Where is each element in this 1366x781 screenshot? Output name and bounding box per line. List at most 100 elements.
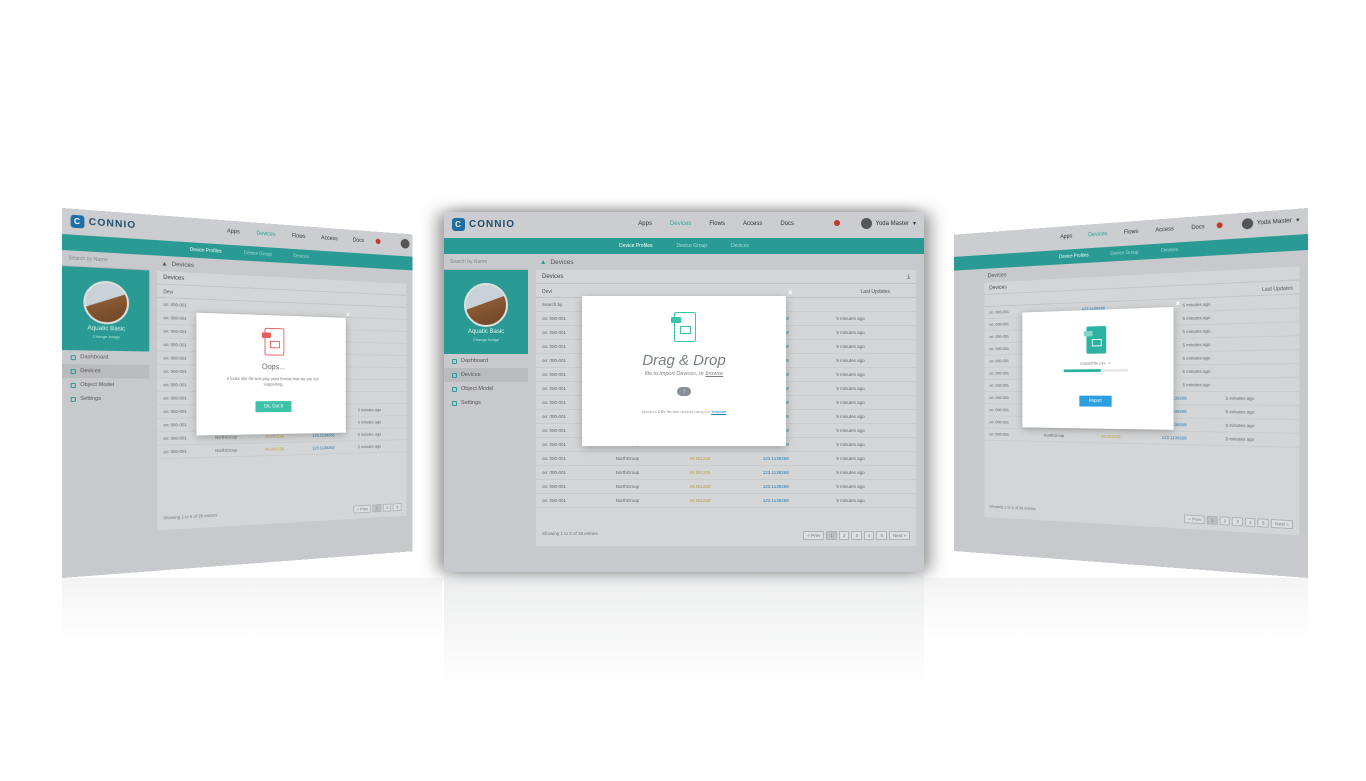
next-page-button[interactable]: Next » xyxy=(1270,519,1293,530)
subnav-device-profiles[interactable]: Device Profiles xyxy=(190,247,222,255)
user-menu[interactable]: Yoda Master ▾ xyxy=(1241,215,1299,230)
showcase-stage: C CONNIO Apps Devices Flows Access Docs D… xyxy=(0,0,1366,781)
avatar xyxy=(860,218,872,229)
sidebar-item-object-model[interactable]: Object Model xyxy=(62,378,149,392)
subnav-device-group[interactable]: Device Group xyxy=(1110,250,1138,257)
subnav-device-group[interactable]: Device Group xyxy=(244,250,272,257)
user-menu[interactable]: Yoda Master ▾ xyxy=(860,218,916,229)
page-3-button[interactable]: 3 xyxy=(1232,516,1243,527)
sidebar-item-object-model[interactable]: Object Model xyxy=(444,382,528,396)
nav-apps[interactable]: Apps xyxy=(1060,234,1072,240)
nav-flows[interactable]: Flows xyxy=(292,233,306,239)
nav-docs[interactable]: Docs xyxy=(780,221,794,227)
drag-drop-modal[interactable]: Drag & Drop file to import Devices, or b… xyxy=(582,296,786,446)
page-1-button[interactable]: 1 xyxy=(1207,515,1218,525)
devices-icon xyxy=(452,372,457,378)
user-menu[interactable] xyxy=(400,238,410,249)
prev-page-button[interactable]: « Prev xyxy=(1184,514,1206,525)
nav-access[interactable]: Access xyxy=(321,236,338,243)
close-icon[interactable]: × xyxy=(346,311,350,319)
close-icon[interactable]: × xyxy=(1175,299,1180,308)
subnav-devices[interactable]: Devices xyxy=(1161,247,1178,254)
sub-nav: Device Profiles Device Group Devices xyxy=(444,238,924,254)
connio-logo[interactable]: C CONNIO xyxy=(70,214,136,232)
notification-icon[interactable] xyxy=(1216,222,1223,229)
import-progress-fill xyxy=(1063,369,1101,373)
profile-name: Aquatic Basic xyxy=(87,325,126,333)
prev-page-button[interactable]: « Prev xyxy=(353,504,372,514)
sidebar-item-settings[interactable]: Settings xyxy=(62,392,149,406)
subnav-device-profiles[interactable]: Device Profiles xyxy=(619,243,652,249)
page-5-button[interactable]: 5 xyxy=(1257,518,1269,528)
csv-file-icon xyxy=(1083,325,1107,356)
sidebar-item-dashboard[interactable]: Dashboard xyxy=(62,350,149,365)
notification-icon[interactable] xyxy=(375,238,381,245)
next-page-button[interactable]: Next » xyxy=(888,531,910,540)
profile-image[interactable] xyxy=(464,282,508,327)
left-window: C CONNIO Apps Devices Flows Access Docs D… xyxy=(62,208,413,578)
page-2-button[interactable]: 2 xyxy=(382,503,392,512)
monitor-icon xyxy=(452,358,457,364)
drag-drop-title: Drag & Drop xyxy=(642,352,726,369)
nav-flows[interactable]: Flows xyxy=(1124,229,1139,236)
center-window: C CONNIO Apps Devices Flows Access Docs Y… xyxy=(444,212,924,572)
notification-icon[interactable] xyxy=(834,220,840,226)
page-1-button[interactable]: 1 xyxy=(826,531,837,540)
page-3-button[interactable]: 3 xyxy=(393,503,402,512)
prev-page-button[interactable]: « Prev xyxy=(803,531,825,540)
table-row[interactable]: on: 000-001NorthGroup49.261226123.113926… xyxy=(536,494,916,508)
nav-docs[interactable]: Docs xyxy=(353,238,364,244)
nav-devices[interactable]: Devices xyxy=(670,221,691,227)
ok-got-it-button[interactable]: Ok, Got It xyxy=(255,400,292,412)
table-row[interactable]: on: 000-001NorthGroup49.261226123.113926… xyxy=(536,480,916,494)
sidebar: Search by Name Aquatic Basic Change Imag… xyxy=(62,250,150,578)
nav-flows[interactable]: Flows xyxy=(709,221,725,227)
sidebar-item-dashboard[interactable]: Dashboard xyxy=(444,354,528,368)
table-row[interactable]: on: 000-001NorthGroup49.261226123.113926… xyxy=(536,466,916,480)
connio-logo[interactable]: C CONNIO xyxy=(452,218,515,231)
nav-access[interactable]: Access xyxy=(1155,227,1173,234)
nav-docs[interactable]: Docs xyxy=(1191,224,1204,231)
sidebar-item-devices[interactable]: Devices xyxy=(444,368,528,382)
page-4-button[interactable]: 4 xyxy=(863,531,875,540)
browse-link[interactable]: browse xyxy=(705,371,723,377)
model-icon xyxy=(452,386,457,392)
nav-apps[interactable]: Apps xyxy=(227,229,240,235)
nav-devices[interactable]: Devices xyxy=(1088,231,1107,238)
devices-icon: ▲ xyxy=(161,260,168,268)
subnav-devices[interactable]: Devices xyxy=(731,243,749,249)
subnav-devices[interactable]: Devices xyxy=(293,254,309,260)
page-2-button[interactable]: 2 xyxy=(1219,516,1231,526)
nav-apps[interactable]: Apps xyxy=(638,221,652,227)
sidebar-search-input[interactable]: Search by Name xyxy=(444,254,528,270)
remove-file-icon[interactable]: × xyxy=(1108,361,1110,366)
subnav-device-profiles[interactable]: Device Profiles xyxy=(1059,253,1088,260)
cloud-upload-icon: ↑ xyxy=(677,387,691,396)
page-5-button[interactable]: 5 xyxy=(876,531,887,540)
page-2-button[interactable]: 2 xyxy=(838,531,850,540)
change-image-link[interactable]: Change Image xyxy=(473,337,499,342)
table-row[interactable]: on: 000-001NorthGroup49.261226123.113926… xyxy=(536,452,916,466)
profile-image[interactable] xyxy=(83,279,130,325)
subnav-device-group[interactable]: Device Group xyxy=(676,243,707,249)
avatar xyxy=(400,238,410,249)
nav-access[interactable]: Access xyxy=(743,221,762,227)
breadcrumb: ▲ Devices xyxy=(540,258,574,266)
model-icon xyxy=(70,382,76,388)
center-reflection xyxy=(444,574,924,684)
download-icon[interactable]: ⤓ xyxy=(907,274,910,280)
main-nav: Apps Devices Flows Access Docs xyxy=(1060,224,1204,240)
profile-card: Aquatic Basic Change Image xyxy=(62,266,150,352)
sidebar-item-settings[interactable]: Settings xyxy=(444,396,528,410)
nav-devices[interactable]: Devices xyxy=(256,231,275,238)
template-link[interactable]: Template xyxy=(711,410,726,414)
page-3-button[interactable]: 3 xyxy=(851,531,862,540)
left-reflection xyxy=(62,578,442,638)
close-icon[interactable]: × xyxy=(788,288,793,297)
page-1-button[interactable]: 1 xyxy=(372,504,382,513)
page-4-button[interactable]: 4 xyxy=(1244,517,1256,528)
gear-icon xyxy=(70,396,76,402)
sidebar-item-devices[interactable]: Devices xyxy=(62,364,150,379)
import-button[interactable]: Import xyxy=(1079,395,1112,407)
change-image-link[interactable]: Change Image xyxy=(93,333,120,339)
